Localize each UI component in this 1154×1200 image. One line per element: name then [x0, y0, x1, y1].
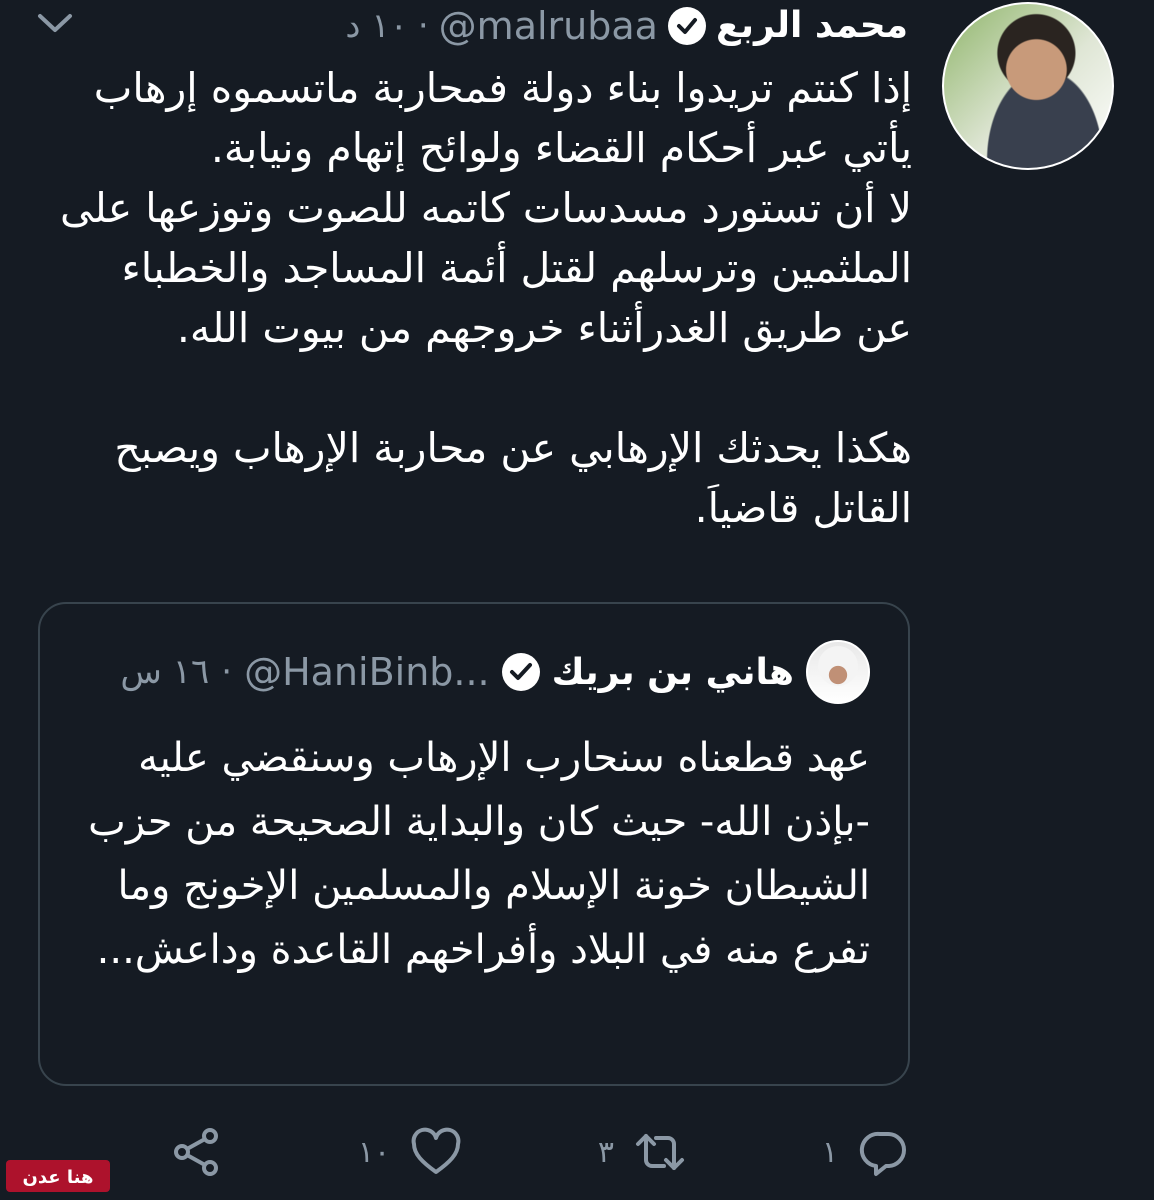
watermark-logo: هنا عدن — [6, 1160, 110, 1192]
reply-button[interactable]: ١ — [822, 1126, 910, 1178]
tweet-paragraph: هكذا يحدثك الإرهابي عن محاربة الإرهاب وي… — [114, 424, 912, 532]
author-avatar[interactable] — [942, 2, 1114, 170]
share-icon — [174, 1128, 219, 1176]
tweet-screen: محمد الربع @malrubaa · ١٠ د إذا كنتم تري… — [0, 0, 1154, 1200]
retweet-count: ٣ — [597, 1134, 615, 1170]
quoted-tweet-header: هاني بن بريك @HaniBinb... · ١٦ س — [80, 640, 870, 704]
quoted-tweet-card[interactable]: هاني بن بريك @HaniBinb... · ١٦ س عهد قطع… — [38, 602, 910, 1086]
retweet-icon — [636, 1134, 685, 1170]
like-button[interactable]: ١٠ — [358, 1126, 462, 1178]
tweet-paragraph: إذا كنتم تريدوا بناء دولة فمحاربة ماتسمو… — [93, 64, 912, 172]
author-display-name[interactable]: محمد الربع — [716, 8, 908, 44]
header-separator: · — [417, 6, 429, 46]
verified-badge-icon — [667, 7, 706, 45]
quoted-header-separator: · — [221, 652, 233, 692]
tweet-paragraph: لا أن تستورد مسدسات كاتمه للصوت وتوزعها … — [60, 184, 912, 352]
retweet-button[interactable]: ٣ — [598, 1126, 686, 1178]
author-handle[interactable]: @malrubaa — [439, 4, 658, 48]
reply-icon — [859, 1131, 906, 1176]
tweet-timestamp[interactable]: ١٠ د — [345, 6, 407, 46]
tweet-text: إذا كنتم تريدوا بناء دولة فمحاربة ماتسمو… — [60, 58, 912, 538]
verified-badge-icon — [501, 653, 540, 691]
tweet-action-bar: ١ ٣ ١٠ — [170, 1122, 910, 1182]
reply-count: ١ — [821, 1134, 838, 1170]
share-button[interactable] — [170, 1126, 222, 1178]
like-icon — [411, 1127, 461, 1174]
svg-text:هنا عدن: هنا عدن — [23, 1167, 94, 1188]
quoted-tweet-timestamp: ١٦ س — [120, 652, 210, 692]
quoted-author-handle: @HaniBinb... — [244, 650, 490, 694]
tweet-header: محمد الربع @malrubaa · ١٠ د — [0, 0, 912, 52]
quoted-author-avatar — [806, 640, 870, 704]
quoted-author-display-name: هاني بن بريك — [551, 651, 794, 693]
quoted-tweet-text: عهد قطعناه سنحارب الإرهاب وسنقضي عليه -ب… — [88, 735, 870, 973]
like-count: ١٠ — [357, 1134, 391, 1170]
